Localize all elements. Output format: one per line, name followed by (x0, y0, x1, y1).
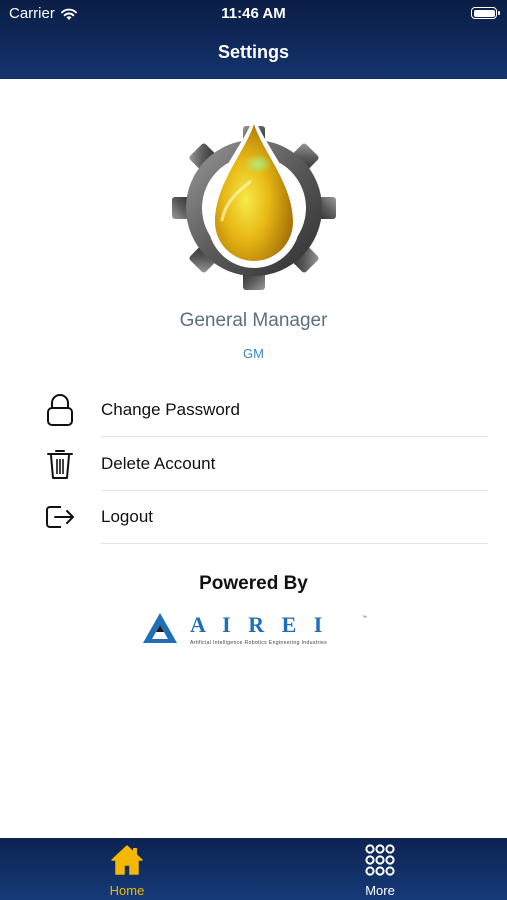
airei-logo: A I R E I ™ Artificial Intelligence Robo… (143, 612, 367, 646)
profile-name: General Manager (179, 310, 328, 331)
tab-home[interactable]: Home (67, 838, 187, 900)
header: Carrier 11:46 AM Settings (0, 0, 507, 79)
airei-tagline: Artificial Intelligence Robotics Enginee… (190, 640, 327, 646)
svg-text:™: ™ (362, 615, 367, 621)
oil-drop-gear-logo (172, 116, 336, 290)
airei-mark-icon (143, 613, 177, 643)
tab-label: Home (109, 883, 145, 898)
menu-item-label: Change Password (101, 400, 240, 419)
menu-item-logout[interactable]: Logout (0, 491, 507, 544)
grid-icon (365, 844, 395, 876)
tab-label: More (365, 883, 395, 898)
logout-icon (46, 506, 74, 528)
divider (101, 543, 488, 544)
status-bar: Carrier 11:46 AM (0, 0, 507, 28)
airei-brand: A I R E I (190, 612, 328, 637)
home-icon (111, 845, 143, 875)
menu-item-label: Delete Account (101, 454, 216, 473)
menu-item-delete-account[interactable]: Delete Account (0, 438, 507, 491)
status-time: 11:46 AM (221, 5, 286, 22)
menu-item-change-password[interactable]: Change Password (0, 384, 507, 437)
page-title: Settings (217, 42, 289, 62)
powered-by-label: Powered By (199, 573, 308, 594)
lock-icon (47, 394, 73, 426)
profile-role: GM (243, 346, 264, 361)
divider (101, 436, 488, 437)
tab-bar: Home More (0, 838, 507, 900)
menu-item-label: Logout (101, 507, 153, 526)
trash-icon (47, 450, 73, 479)
tab-more[interactable]: More (320, 838, 440, 900)
battery-icon (471, 7, 500, 19)
